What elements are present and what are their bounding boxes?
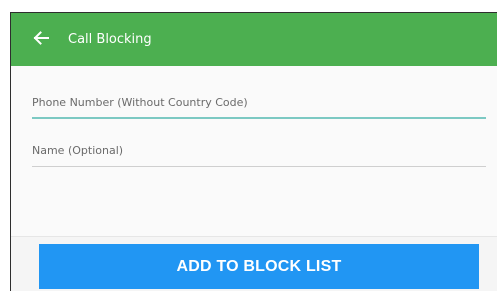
arrow-left-icon (33, 31, 49, 45)
phone-number-field[interactable] (32, 91, 486, 119)
name-input[interactable] (32, 139, 486, 162)
name-field[interactable] (32, 139, 486, 167)
phone-number-underline (32, 117, 486, 119)
page-title: Call Blocking (68, 32, 152, 47)
app-window: Call Blocking ADD TO BLOCK LIST (10, 12, 497, 291)
name-underline (32, 166, 486, 167)
phone-number-input[interactable] (32, 91, 486, 114)
app-bar: Call Blocking (11, 13, 497, 66)
add-to-block-list-button[interactable]: ADD TO BLOCK LIST (39, 244, 479, 289)
back-button[interactable] (29, 26, 53, 50)
bottom-action-bar: ADD TO BLOCK LIST (11, 236, 497, 291)
